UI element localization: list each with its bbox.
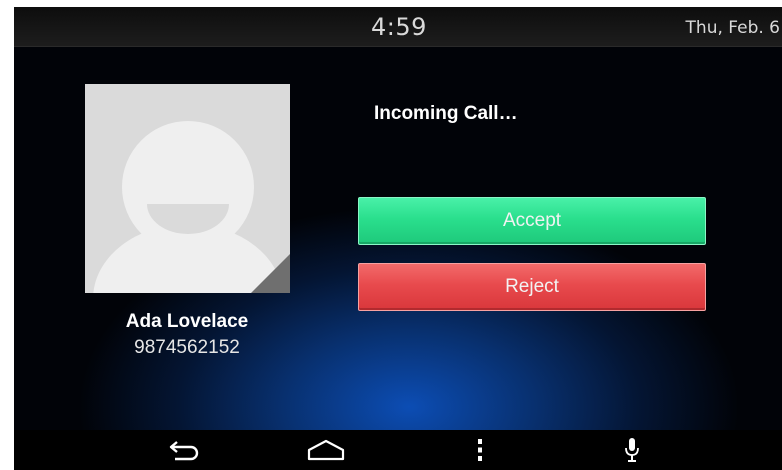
incoming-call-title: Incoming Call… (374, 103, 518, 124)
navigation-bar (14, 430, 782, 470)
call-screen: 4:59 Thu, Feb. 6 Ada Lovelace 9874562152… (14, 7, 782, 470)
call-panel: Ada Lovelace 9874562152 Incoming Call… A… (14, 47, 782, 430)
microphone-icon (625, 438, 639, 462)
clock: 4:59 (371, 13, 427, 41)
home-button[interactable] (296, 430, 356, 470)
accept-button[interactable]: Accept (358, 197, 706, 245)
date: Thu, Feb. 6 (685, 18, 780, 38)
caller-number: 9874562152 (134, 337, 240, 358)
default-person-icon (85, 84, 290, 293)
status-bar: 4:59 Thu, Feb. 6 (14, 7, 782, 47)
back-icon (169, 441, 199, 461)
caller-name: Ada Lovelace (125, 311, 249, 332)
menu-button[interactable] (450, 430, 510, 470)
voice-button[interactable] (602, 430, 662, 470)
contact-avatar (85, 84, 290, 293)
back-button[interactable] (154, 430, 214, 470)
reject-button[interactable]: Reject (358, 263, 706, 311)
menu-icon (478, 439, 482, 461)
home-icon (307, 439, 345, 461)
